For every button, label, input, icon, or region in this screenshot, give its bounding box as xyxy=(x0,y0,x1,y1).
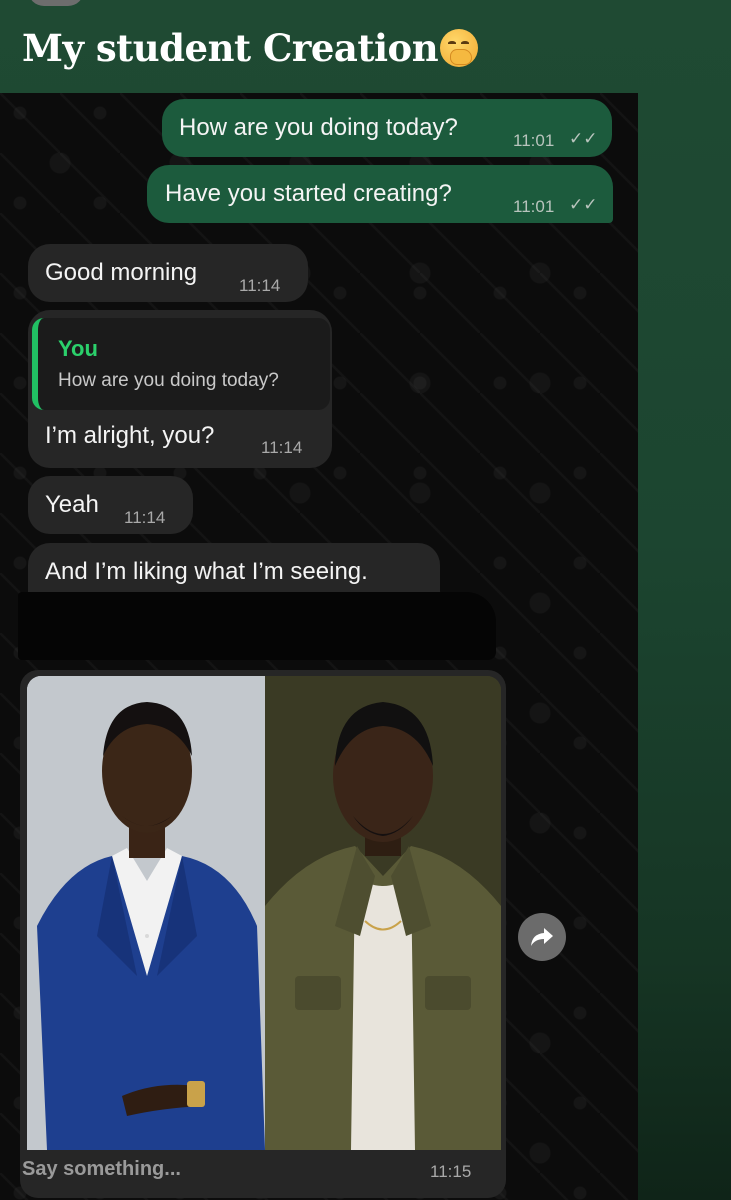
message-text: How are you doing today? xyxy=(179,114,458,141)
message-time: 11:01 xyxy=(513,131,555,150)
story-avatar xyxy=(28,0,84,6)
message-time: 11:01 xyxy=(513,197,555,216)
message-time: 11:14 xyxy=(124,508,166,527)
message-bubble-outgoing[interactable]: How are you doing today? 11:01 ✓✓ xyxy=(162,99,612,157)
message-time: 11:14 xyxy=(239,276,281,295)
message-text: And I’m liking what I’m seeing. xyxy=(45,558,368,585)
message-text: Good morning xyxy=(45,259,198,286)
story-title-text: My student Creation xyxy=(22,26,439,70)
double-check-icon: ✓✓ xyxy=(569,195,598,214)
portrait-photo-olive-jacket[interactable] xyxy=(265,676,501,1150)
message-text: Have you started creating? xyxy=(165,180,452,207)
message-bubble-incoming[interactable]: Yeah 11:14 xyxy=(28,476,193,534)
double-check-icon: ✓✓ xyxy=(569,129,598,148)
quoted-sender-name: You xyxy=(58,336,98,361)
message-bubble-outgoing[interactable]: Have you started creating? 11:01 ✓✓ xyxy=(147,165,613,223)
message-time: 11:14 xyxy=(261,438,303,457)
caption-placeholder[interactable]: Say something... xyxy=(22,1158,181,1181)
message-text: I’m alright, you? xyxy=(45,422,215,449)
forward-arrow-icon[interactable] xyxy=(518,913,566,961)
photo-message[interactable]: Say something... 11:15 xyxy=(20,670,506,1198)
message-text: Yeah xyxy=(45,491,99,518)
quoted-message[interactable]: You How are you doing today? xyxy=(32,318,330,410)
story-title: My student Creation xyxy=(22,26,479,70)
message-time: 11:15 xyxy=(430,1162,472,1181)
quoted-text: How are you doing today? xyxy=(58,370,279,391)
redaction-scribble xyxy=(18,592,496,660)
message-bubble-incoming[interactable]: Good morning 11:14 xyxy=(28,244,308,302)
chat-screenshot: How are you doing today? 11:01 ✓✓ Have y… xyxy=(0,93,638,1200)
portrait-photo-blue-suit[interactable] xyxy=(27,676,265,1150)
hand-over-mouth-emoji-icon xyxy=(440,29,479,67)
